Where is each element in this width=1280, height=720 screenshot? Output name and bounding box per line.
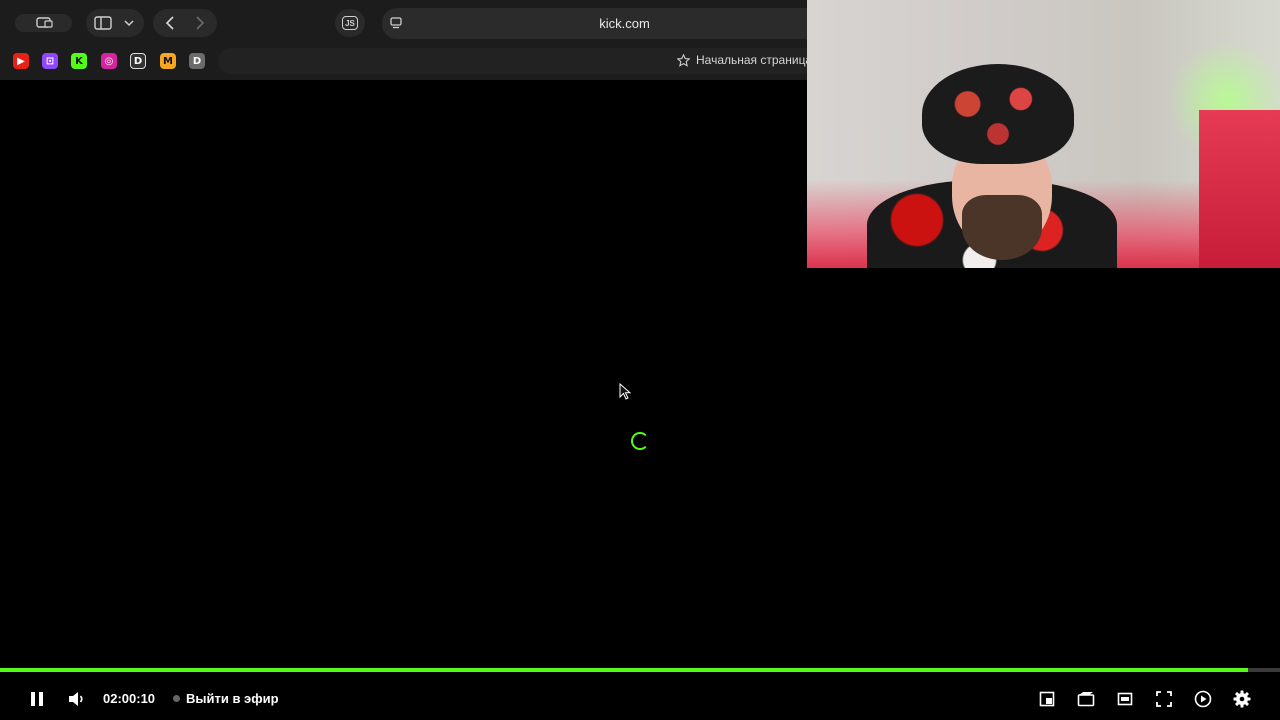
- volume-button[interactable]: [66, 688, 88, 710]
- go-live-label: Выйти в эфир: [186, 691, 279, 706]
- mini-player-button[interactable]: [1036, 688, 1058, 710]
- streamer-beard: [962, 195, 1042, 260]
- tab-overview-icon: [36, 17, 53, 28]
- gear-icon: [1233, 690, 1251, 708]
- home-link-label: Начальная страница: [696, 53, 813, 67]
- volume-icon: [69, 692, 83, 706]
- theater-icon: [1117, 692, 1133, 706]
- instagram-icon: ◎: [104, 55, 114, 67]
- sidebar-button[interactable]: [93, 14, 113, 32]
- m-bookmark[interactable]: M: [160, 53, 176, 69]
- di-icon: D: [133, 55, 143, 67]
- mouse-cursor-icon: [619, 382, 632, 406]
- live-dot-icon: [173, 695, 180, 702]
- go-live-button[interactable]: Выйти в эфир: [173, 691, 279, 706]
- d-icon: D: [192, 55, 202, 67]
- kick-bookmark[interactable]: K: [71, 53, 87, 69]
- elapsed-time: 02:00:10: [103, 691, 156, 706]
- pause-button[interactable]: [26, 688, 48, 710]
- chevron-right-icon: [196, 16, 205, 30]
- sidebar-icon: [94, 16, 112, 30]
- clip-button[interactable]: [1075, 688, 1097, 710]
- background-shelf: [1199, 110, 1280, 268]
- theater-mode-button[interactable]: [1114, 688, 1136, 710]
- clip-icon: [1077, 692, 1095, 707]
- fullscreen-button[interactable]: [1153, 688, 1175, 710]
- fullscreen-icon: [1156, 691, 1172, 707]
- player-controls: 02:00:10 Выйти в эфир: [0, 678, 1280, 720]
- home-page-link[interactable]: Начальная страница: [677, 53, 812, 67]
- settings-button[interactable]: [1231, 688, 1253, 710]
- twitch-bookmark[interactable]: ⊡: [42, 53, 58, 69]
- forward-button[interactable]: [191, 14, 209, 32]
- progress-fill: [0, 668, 1248, 672]
- star-icon: [677, 53, 690, 67]
- sidebar-toggle-group: [86, 9, 144, 37]
- loading-spinner-icon: [631, 432, 649, 450]
- youtube-icon: ▶: [17, 55, 25, 67]
- autoplay-button[interactable]: [1192, 688, 1214, 710]
- m-icon: M: [163, 55, 173, 67]
- tab-overview-button[interactable]: [15, 14, 72, 32]
- back-button[interactable]: [161, 14, 179, 32]
- chevron-down-icon: [124, 20, 134, 27]
- nav-group: [153, 9, 217, 37]
- pause-icon: [31, 692, 43, 706]
- twitch-icon: ⊡: [45, 55, 55, 67]
- kick-icon: K: [75, 55, 83, 67]
- streamer-hat: [922, 64, 1074, 164]
- chevron-left-icon: [165, 16, 174, 30]
- instagram-bookmark[interactable]: ◎: [101, 53, 117, 69]
- js-icon: JS: [342, 16, 358, 30]
- di-bookmark[interactable]: D: [130, 53, 146, 69]
- picture-in-picture-icon: [1039, 691, 1055, 707]
- webcam-overlay: [807, 0, 1280, 268]
- progress-bar[interactable]: [0, 668, 1280, 672]
- js-extension-button[interactable]: JS: [335, 9, 365, 37]
- play-circle-icon: [1194, 690, 1212, 708]
- youtube-bookmark[interactable]: ▶: [13, 53, 29, 69]
- sidebar-menu-button[interactable]: [121, 14, 137, 32]
- d-bookmark[interactable]: D: [189, 53, 205, 69]
